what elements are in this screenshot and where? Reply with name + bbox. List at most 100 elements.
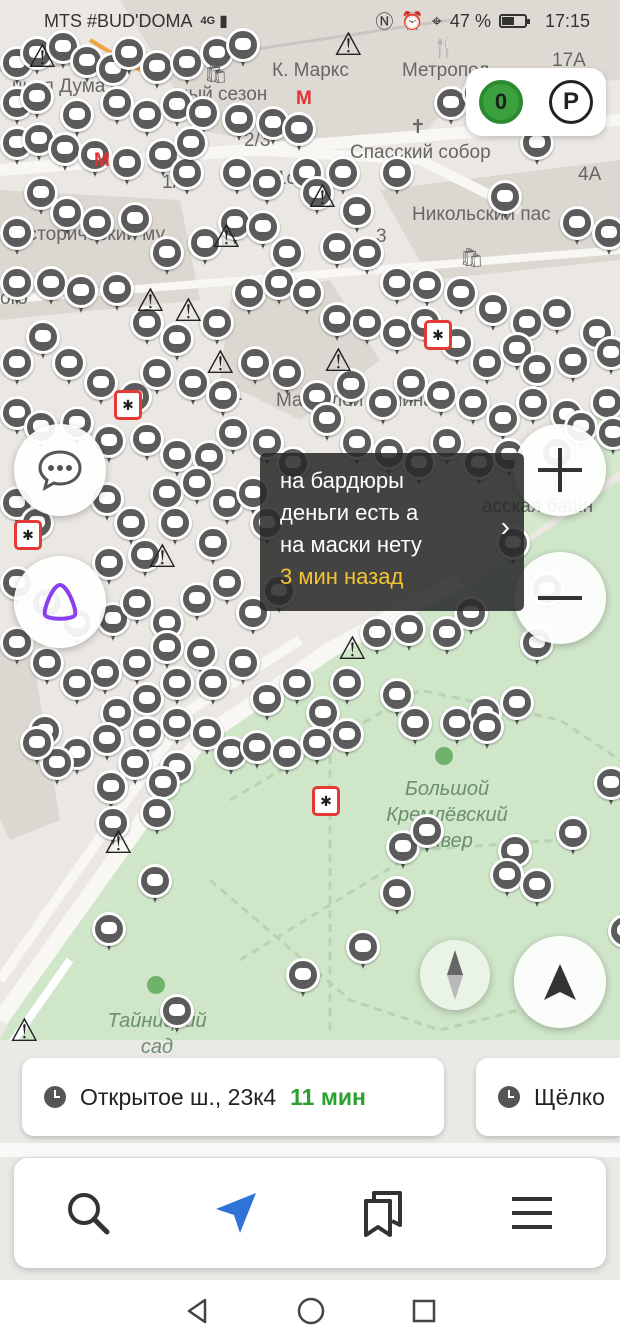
comment-pin[interactable]: [100, 86, 134, 126]
comment-pin[interactable]: [110, 146, 144, 186]
comment-pin[interactable]: [138, 864, 172, 904]
traffic-score-button[interactable]: 0: [479, 80, 523, 124]
comment-pin[interactable]: [350, 306, 384, 346]
comment-pin[interactable]: [160, 666, 194, 706]
comment-pin[interactable]: [200, 306, 234, 346]
zoom-out-button[interactable]: [514, 552, 606, 644]
comment-pin[interactable]: [64, 274, 98, 314]
comment-pin[interactable]: [0, 266, 34, 306]
comment-pin[interactable]: [444, 276, 478, 316]
back-icon[interactable]: [183, 1297, 211, 1325]
menu-button[interactable]: [487, 1168, 577, 1258]
comment-pin[interactable]: [120, 586, 154, 626]
comment-pin[interactable]: [476, 292, 510, 332]
my-location-button[interactable]: [514, 936, 606, 1028]
comment-pin[interactable]: [594, 336, 620, 376]
comment-pin[interactable]: [286, 958, 320, 998]
comment-pin[interactable]: [196, 666, 230, 706]
alice-button[interactable]: [14, 556, 106, 648]
chat-button[interactable]: [14, 424, 106, 516]
warning-icon[interactable]: ⚠: [148, 540, 177, 572]
comment-pin[interactable]: [174, 126, 208, 166]
comment-pin[interactable]: [380, 156, 414, 196]
comment-pin[interactable]: [34, 266, 68, 306]
warning-icon[interactable]: ⚠: [338, 632, 367, 664]
comment-pin[interactable]: [394, 366, 428, 406]
comment-pin[interactable]: [222, 102, 256, 142]
church-icon[interactable]: ✝: [410, 116, 426, 139]
comment-pin[interactable]: [160, 706, 194, 746]
accident-icon[interactable]: ✱: [114, 390, 142, 420]
comment-pin[interactable]: [60, 666, 94, 706]
comment-pin[interactable]: [140, 50, 174, 90]
comment-pin[interactable]: [500, 686, 534, 726]
warning-icon[interactable]: ⚠: [308, 180, 337, 212]
comment-pin[interactable]: [560, 206, 594, 246]
comment-pin[interactable]: [430, 616, 464, 656]
comment-pin[interactable]: [282, 112, 316, 152]
comment-pin[interactable]: [120, 646, 154, 686]
accident-icon[interactable]: ✱: [14, 520, 42, 550]
recents-icon[interactable]: [411, 1298, 437, 1324]
comment-pin[interactable]: [516, 386, 550, 426]
comment-pin[interactable]: [608, 914, 620, 954]
comment-pin[interactable]: [240, 730, 274, 770]
comment-pin[interactable]: [94, 770, 128, 810]
comment-pin[interactable]: [196, 526, 230, 566]
comment-pin[interactable]: [330, 718, 364, 758]
comment-pin[interactable]: [486, 402, 520, 442]
comment-pin[interactable]: [232, 276, 266, 316]
comment-pin[interactable]: [380, 876, 414, 916]
comment-pin[interactable]: [238, 346, 272, 386]
comment-pin[interactable]: [556, 344, 590, 384]
comment-pin[interactable]: [556, 816, 590, 856]
parking-button[interactable]: P: [549, 80, 593, 124]
comment-pin[interactable]: [80, 206, 114, 246]
comment-pin[interactable]: [380, 266, 414, 306]
comment-pin[interactable]: [130, 422, 164, 462]
comment-pin[interactable]: [470, 346, 504, 386]
comment-pin[interactable]: [270, 356, 304, 396]
comment-pin[interactable]: [410, 268, 444, 308]
comment-pin[interactable]: [30, 646, 64, 686]
metro-icon[interactable]: M: [94, 150, 110, 172]
compass-button[interactable]: [420, 940, 490, 1010]
comment-pin[interactable]: [180, 582, 214, 622]
comment-pin[interactable]: [100, 272, 134, 312]
comment-pin[interactable]: [140, 796, 174, 836]
comment-pin[interactable]: [540, 296, 574, 336]
accident-icon[interactable]: ✱: [312, 786, 340, 816]
comment-pin[interactable]: [350, 236, 384, 276]
comment-pin[interactable]: [130, 98, 164, 138]
comment-pin[interactable]: [220, 156, 254, 196]
warning-icon[interactable]: ⚠: [324, 344, 353, 376]
comment-pin[interactable]: [488, 180, 522, 220]
comment-pin[interactable]: [594, 766, 620, 806]
comment-pin[interactable]: [346, 930, 380, 970]
comment-pin[interactable]: [48, 132, 82, 172]
comment-pin[interactable]: [320, 230, 354, 270]
comment-pin[interactable]: [410, 814, 444, 854]
warning-icon[interactable]: ⚠: [136, 284, 165, 316]
comment-pin[interactable]: [0, 216, 34, 256]
warning-icon[interactable]: ⚠: [174, 294, 203, 326]
comment-pin[interactable]: [52, 346, 86, 386]
comment-pin[interactable]: [20, 726, 54, 766]
comment-pin[interactable]: [250, 682, 284, 722]
comment-pin[interactable]: [490, 858, 524, 898]
zoom-in-button[interactable]: [514, 424, 606, 516]
route-card[interactable]: Щёлко: [476, 1058, 620, 1136]
home-icon[interactable]: [296, 1296, 326, 1326]
route-card[interactable]: Открытое ш., 23к4 11 мин: [22, 1058, 444, 1136]
comment-pin[interactable]: [520, 868, 554, 908]
comment-pin[interactable]: [270, 736, 304, 776]
comment-pin[interactable]: [392, 612, 426, 652]
comment-pin[interactable]: [320, 302, 354, 342]
warning-icon[interactable]: ⚠: [10, 1014, 39, 1046]
comment-pin[interactable]: [50, 196, 84, 236]
shop-icon[interactable]: 🛍: [460, 246, 484, 270]
comment-pin[interactable]: [424, 378, 458, 418]
road-event-tooltip[interactable]: на бардюры деньги есть а на маски нету 3…: [260, 453, 524, 611]
comment-pin[interactable]: [592, 216, 620, 256]
route-button[interactable]: [191, 1168, 281, 1258]
